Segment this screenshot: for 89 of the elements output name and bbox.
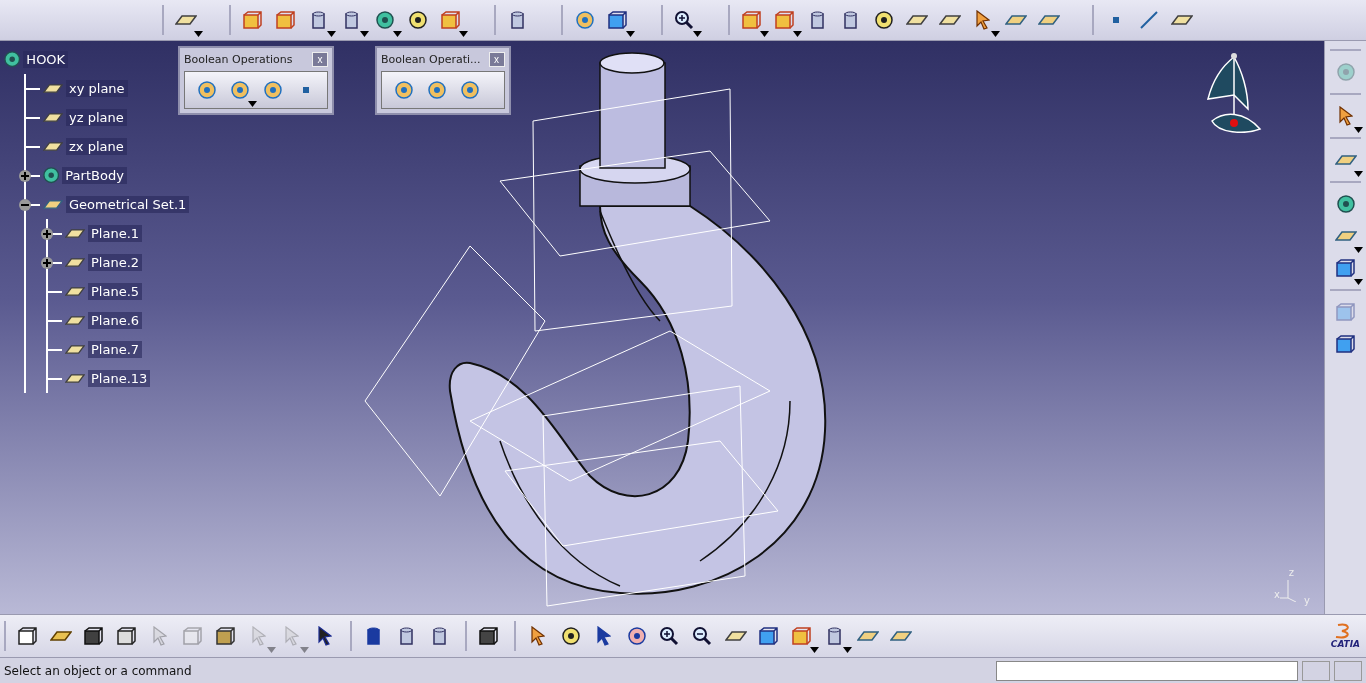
cylinder-icon [828, 627, 841, 645]
plane-icon [43, 83, 63, 94]
caret-icon[interactable] [810, 647, 819, 653]
expand-toggle-icon[interactable] [41, 256, 53, 269]
tree-item[interactable]: PartBody [62, 167, 127, 184]
tree-item[interactable]: yz plane [66, 109, 127, 126]
sketch-icon [856, 631, 879, 641]
cube-icon [792, 627, 811, 645]
caret-icon[interactable] [991, 31, 1000, 37]
cylinder-icon [811, 11, 824, 29]
plane-icon [1170, 15, 1193, 25]
tree-item[interactable]: Plane.2 [88, 254, 143, 271]
sketch-icon [889, 631, 912, 641]
line-icon [1139, 11, 1158, 29]
cursor-arrow-icon [530, 626, 545, 646]
zoom-in-icon [675, 10, 694, 30]
plane-icon [65, 344, 85, 355]
caret-icon[interactable] [459, 31, 468, 37]
cylinder-icon [844, 11, 857, 29]
plane-icon [938, 15, 961, 25]
status-message: Select an object or a command [4, 663, 193, 678]
caret-icon[interactable] [760, 31, 769, 37]
cursor-arrow-icon [975, 10, 990, 30]
toolbar-title: Boolean Operations [184, 52, 293, 66]
collapse-toggle-icon[interactable] [19, 198, 31, 211]
cylinder-icon [511, 11, 524, 29]
plane-icon [174, 15, 197, 25]
command-input-field[interactable] [996, 660, 1298, 681]
caret-icon[interactable] [1354, 171, 1363, 177]
plane-icon [724, 631, 747, 641]
caret-icon[interactable] [327, 31, 336, 37]
tree-item[interactable]: Plane.6 [88, 312, 143, 329]
tree-item[interactable]: Plane.13 [88, 370, 151, 387]
caret-icon[interactable] [693, 31, 702, 37]
cube-icon [441, 11, 460, 29]
plane-icon [43, 112, 63, 123]
target-icon [561, 627, 580, 645]
sketch-icon [1004, 15, 1027, 25]
tree-item[interactable]: Plane.7 [88, 341, 143, 358]
tree-item[interactable]: HOOK [23, 51, 69, 68]
tree-item[interactable]: Plane.5 [88, 283, 143, 300]
plane-icon [65, 315, 85, 326]
point-icon [1112, 17, 1119, 23]
cube-icon [243, 11, 262, 29]
axis-label: z [1288, 567, 1294, 578]
plane-icon [65, 286, 85, 297]
tree-item[interactable]: Plane.1 [88, 225, 143, 242]
zoom-out-icon [693, 626, 712, 646]
caret-icon[interactable] [1354, 127, 1363, 133]
plane-icon [65, 228, 85, 239]
close-button[interactable]: x [312, 51, 328, 67]
cursor-arrow-icon [1338, 106, 1353, 126]
caret-icon[interactable] [194, 31, 203, 37]
caret-icon[interactable] [360, 31, 369, 37]
cylinder-icon [400, 627, 413, 645]
sketch-icon [1037, 15, 1060, 25]
plane-icon [65, 373, 85, 384]
tree-item[interactable]: Geometrical Set.1 [66, 196, 190, 213]
caret-icon[interactable] [1354, 279, 1363, 285]
plane-icon [65, 257, 85, 268]
plane-icon [905, 15, 928, 25]
point-icon [302, 87, 309, 93]
sketch-icon [43, 199, 63, 210]
cylinder-icon [345, 11, 358, 29]
expand-toggle-icon[interactable] [19, 169, 31, 182]
caret-icon[interactable] [843, 647, 852, 653]
sketch-icon [1334, 155, 1357, 165]
plane-icon [43, 141, 63, 152]
target-icon [874, 11, 893, 29]
caret-icon[interactable] [393, 31, 402, 37]
cube-icon [276, 11, 295, 29]
cube-icon [742, 11, 761, 29]
logo-text: CATIA [1330, 639, 1360, 649]
caret-icon[interactable] [248, 101, 257, 107]
zoom-in-icon [660, 626, 679, 646]
toolbar-title: Boolean Operati... [381, 52, 481, 66]
target-icon [408, 11, 427, 29]
cylinder-icon [433, 627, 446, 645]
cylinder-icon [312, 11, 325, 29]
sketch-icon [1334, 231, 1357, 241]
sphere-icon [627, 627, 646, 645]
cube-icon [775, 11, 794, 29]
close-button[interactable]: x [488, 51, 505, 67]
tree-item[interactable]: zx plane [66, 138, 127, 155]
caret-icon[interactable] [1354, 247, 1363, 253]
caret-icon[interactable] [793, 31, 802, 37]
tree-item[interactable]: xy plane [66, 80, 128, 97]
expand-toggle-icon[interactable] [41, 227, 53, 240]
caret-icon[interactable] [626, 31, 635, 37]
